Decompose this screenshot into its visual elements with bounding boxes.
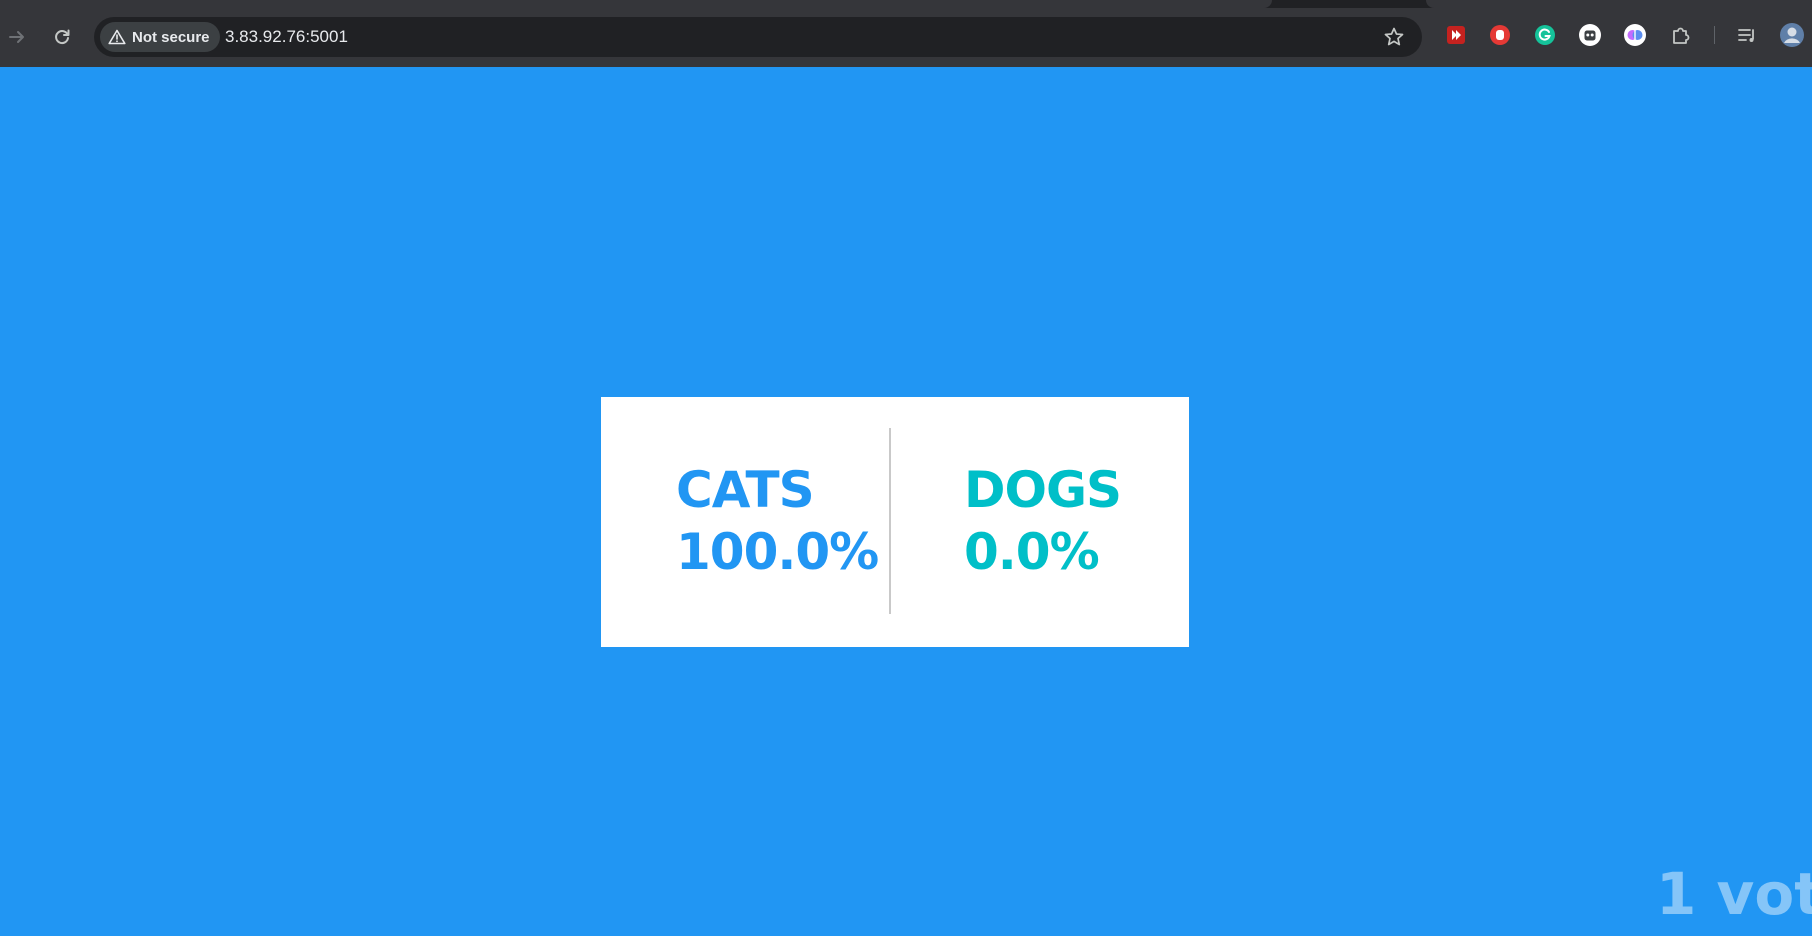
reload-icon	[55, 29, 70, 45]
extension-button[interactable]	[1487, 22, 1513, 48]
result-option-b: DOGS 0.0%	[964, 459, 1122, 583]
results-divider	[889, 428, 891, 614]
option-a-label: CATS	[676, 461, 815, 519]
tab[interactable]	[0, 0, 1272, 8]
star-icon	[1384, 27, 1404, 46]
url-text[interactable]: 3.83.92.76:5001	[225, 17, 348, 57]
tab[interactable]	[1426, 0, 1812, 8]
brain-extension-icon	[1624, 24, 1646, 46]
profile-button[interactable]	[1779, 22, 1805, 48]
extension-button[interactable]	[1577, 22, 1603, 48]
tab-strip	[0, 0, 1812, 8]
option-b-percent: 0.0%	[964, 523, 1100, 581]
reading-list-icon	[1738, 29, 1754, 42]
grammarly-extension-icon	[1535, 25, 1555, 45]
extension-button[interactable]	[1443, 22, 1469, 48]
browser-toolbar: Not secure 3.83.92.76:5001	[0, 0, 1812, 67]
forward-arrow-icon	[9, 31, 24, 43]
address-bar[interactable]: Not secure 3.83.92.76:5001	[94, 17, 1422, 57]
extension-button[interactable]	[1532, 22, 1558, 48]
robot-extension-icon	[1579, 24, 1601, 46]
results-card: CATS 100.0% DOGS 0.0%	[601, 397, 1189, 647]
result-option-a: CATS 100.0%	[676, 459, 879, 583]
forward-button[interactable]	[0, 20, 34, 54]
extension-button[interactable]	[1622, 22, 1648, 48]
bookmark-button[interactable]	[1382, 25, 1406, 49]
warning-triangle-icon	[108, 29, 126, 45]
security-indicator[interactable]: Not secure	[100, 22, 220, 52]
extensions-menu-button[interactable]	[1668, 22, 1694, 48]
vote-count: 1 vote	[1656, 860, 1812, 928]
option-b-label: DOGS	[964, 461, 1122, 519]
red-play-extension-icon	[1447, 26, 1465, 44]
reload-button[interactable]	[45, 20, 79, 54]
toolbar-divider	[1714, 26, 1715, 44]
profile-avatar-icon	[1780, 23, 1804, 47]
reading-list-button[interactable]	[1734, 22, 1760, 48]
option-a-percent: 100.0%	[676, 523, 879, 581]
security-label: Not secure	[132, 28, 210, 46]
red-hand-extension-icon	[1490, 25, 1510, 45]
puzzle-extensions-icon	[1673, 27, 1690, 44]
